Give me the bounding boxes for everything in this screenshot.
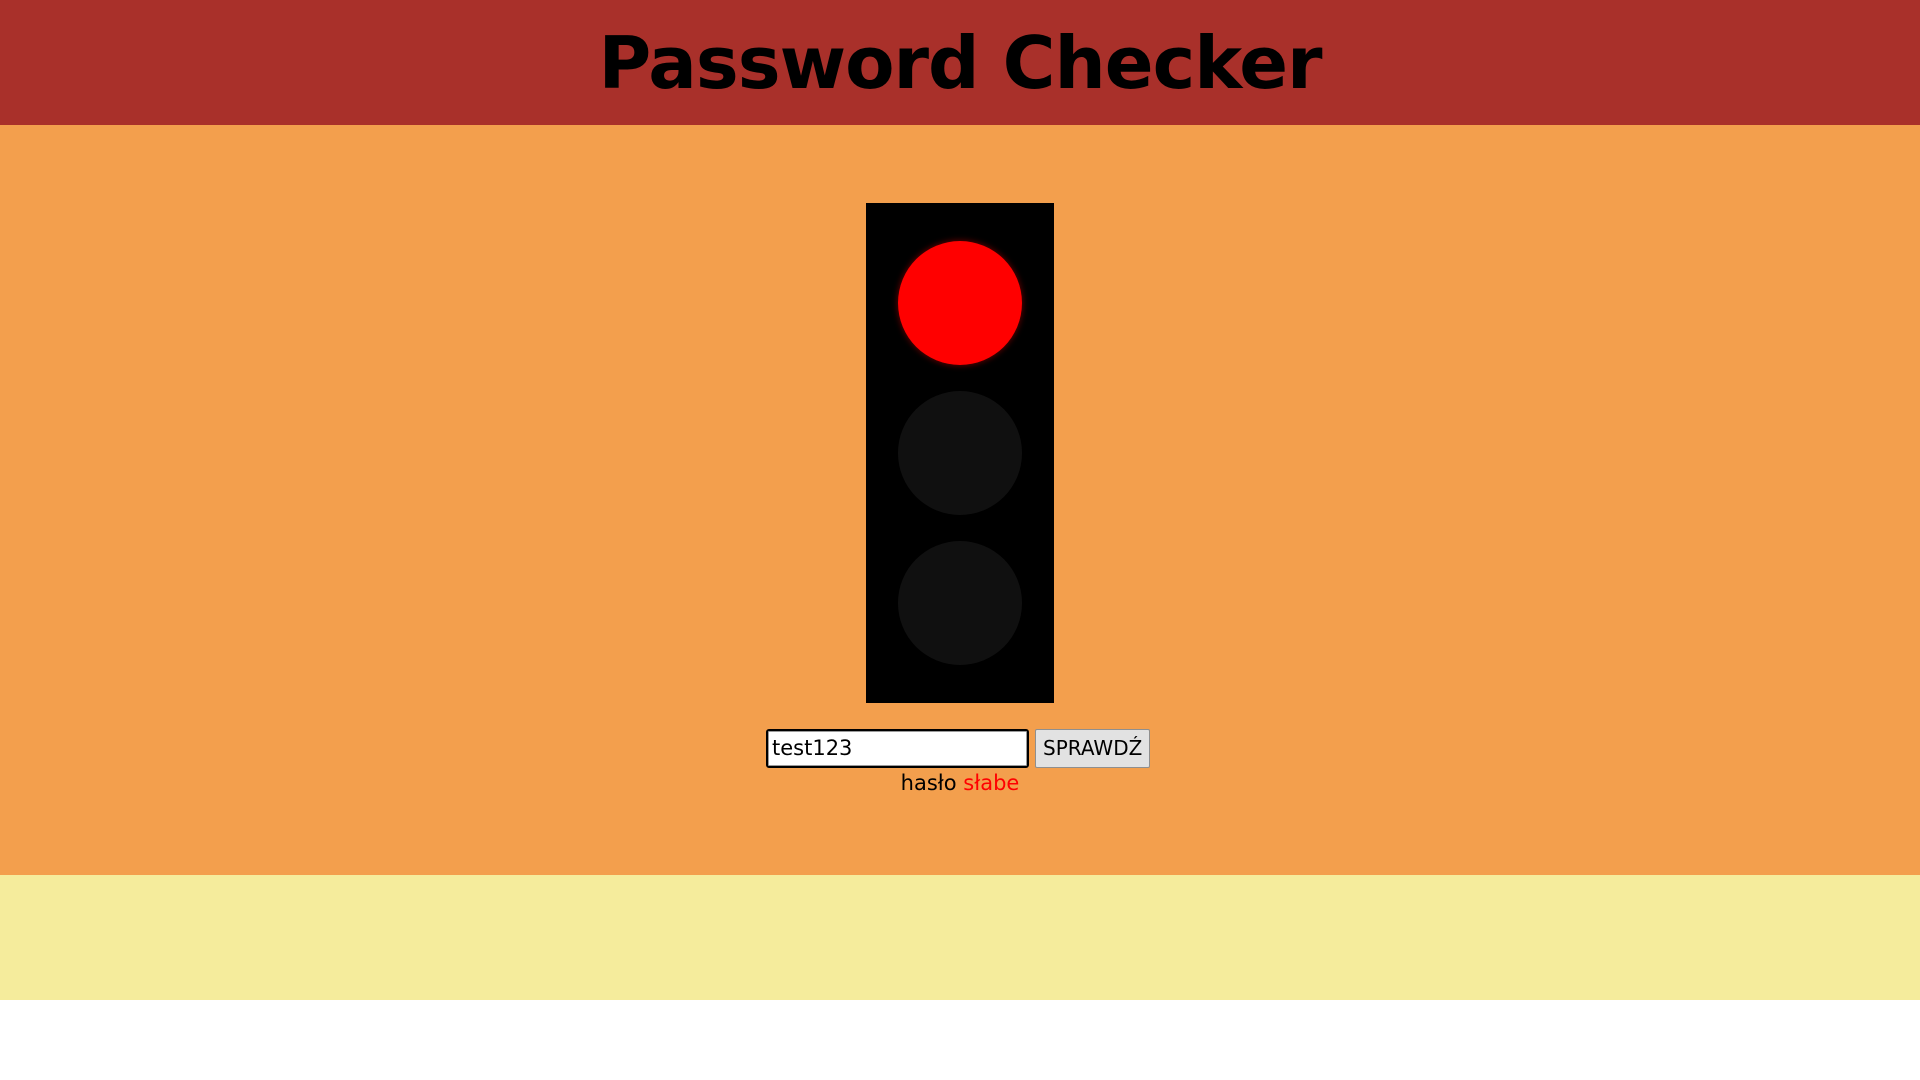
red-light-icon [898,241,1022,365]
check-button[interactable]: SPRAWDŹ [1035,728,1151,768]
result-label: hasło [900,771,957,795]
traffic-light [866,203,1054,703]
password-form: SPRAWDŹ [766,728,1151,768]
main-section: SPRAWDŹ hasło słabe [0,125,1920,875]
yellow-light-icon [898,391,1022,515]
strength-value: słabe [963,771,1020,795]
password-input[interactable] [766,728,1029,768]
page-footer [0,875,1920,1000]
green-light-icon [898,541,1022,665]
password-strength-result: hasło słabe [0,768,1920,798]
page-title: Password Checker [598,20,1322,105]
page-header: Password Checker [0,0,1920,125]
